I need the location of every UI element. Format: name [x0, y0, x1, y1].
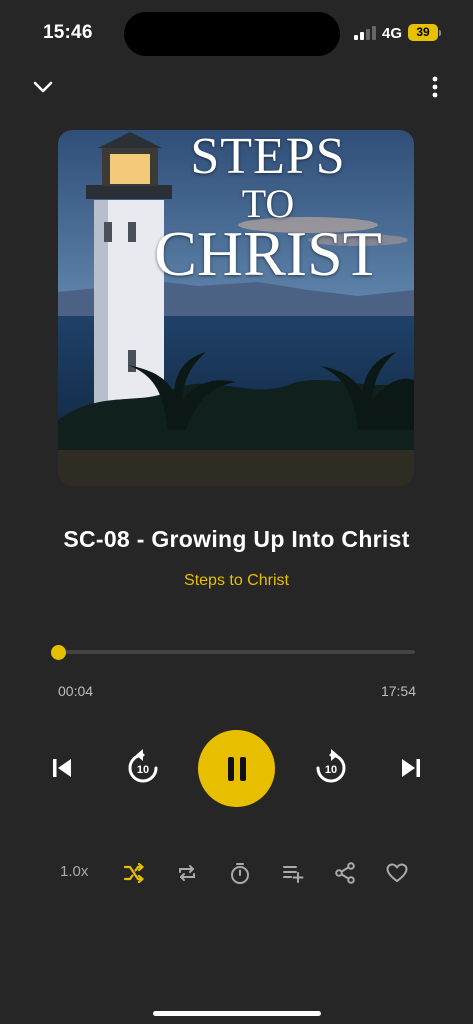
artwork-title-line1: STEPS [190, 130, 346, 185]
forward-10-label: 10 [325, 764, 337, 776]
elapsed-time: 00:04 [58, 683, 94, 699]
collapse-button[interactable] [28, 74, 58, 100]
share-button[interactable] [332, 860, 358, 886]
signal-icon [354, 26, 378, 40]
heart-icon [386, 863, 408, 882]
next-button[interactable] [396, 753, 426, 783]
skip-previous-icon [53, 759, 71, 777]
chevron-down-icon [33, 81, 53, 93]
add-to-queue-icon [283, 866, 304, 883]
dynamic-island [124, 12, 340, 56]
pause-icon [227, 756, 246, 781]
previous-button[interactable] [47, 753, 77, 783]
forward-10-icon: 10 [316, 749, 346, 783]
more-options-button[interactable] [424, 74, 446, 100]
total-time: 17:54 [380, 683, 416, 699]
add-to-queue-button[interactable] [280, 860, 306, 886]
favorite-button[interactable] [384, 860, 410, 886]
progress-thumb[interactable] [51, 645, 66, 660]
rewind-10-button[interactable]: 10 [124, 749, 162, 787]
share-icon [335, 862, 355, 884]
rewind-10-label: 10 [137, 764, 149, 776]
repeat-button[interactable] [174, 860, 200, 886]
playback-speed-button[interactable]: 1.0x [60, 863, 88, 880]
shuffle-icon [123, 863, 144, 883]
shuffle-button[interactable] [121, 860, 147, 886]
track-artist[interactable]: Steps to Christ [0, 572, 473, 590]
status-time: 15:46 [43, 22, 93, 43]
rewind-10-icon: 10 [128, 749, 158, 783]
network-type: 4G [382, 25, 403, 42]
album-artwork: STEPS TO CHRIST [58, 130, 414, 486]
artwork-title-line3: CHRIST [154, 218, 382, 289]
skip-next-icon [402, 759, 420, 777]
play-pause-button[interactable] [198, 730, 275, 807]
progress-bar[interactable] [58, 650, 415, 654]
forward-10-button[interactable]: 10 [312, 749, 350, 787]
timer-icon [231, 863, 249, 884]
home-indicator [153, 1011, 321, 1016]
battery-cap [439, 30, 441, 36]
sleep-timer-button[interactable] [227, 860, 253, 886]
repeat-icon [179, 865, 195, 881]
more-vertical-icon [432, 76, 438, 98]
battery-level: 39 [408, 24, 438, 41]
track-title: SC-08 - Growing Up Into Christ [63, 526, 410, 552]
